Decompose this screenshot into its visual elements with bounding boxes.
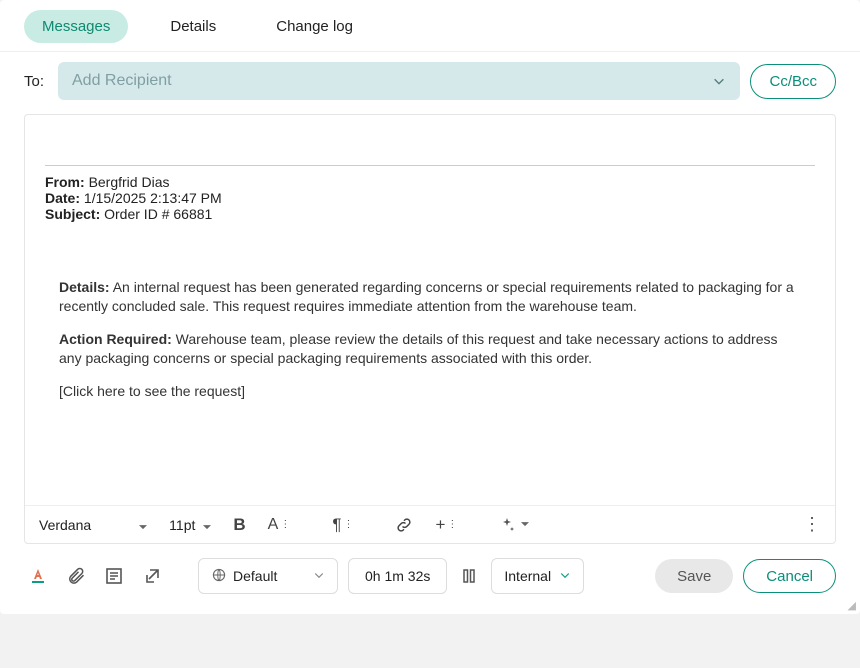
language-select[interactable]: Default	[198, 558, 338, 594]
date-line: Date: 1/15/2025 2:13:47 PM	[45, 190, 815, 206]
caret-down-icon	[521, 522, 529, 527]
ccbcc-button[interactable]: Cc/Bcc	[750, 64, 836, 99]
tab-details[interactable]: Details	[152, 10, 234, 43]
insert-button[interactable]: +⋮	[435, 515, 457, 535]
template-button[interactable]	[100, 562, 128, 590]
tabs: Messages Details Change log	[0, 0, 860, 51]
font-family-select[interactable]: Verdana	[39, 517, 147, 533]
more-button[interactable]: ⋮	[803, 514, 821, 535]
globe-icon	[211, 567, 227, 586]
recipient-row: To: Add Recipient Cc/Bcc	[0, 51, 860, 114]
font-family-value: Verdana	[39, 517, 91, 533]
visibility-value: Internal	[504, 568, 551, 584]
request-link[interactable]: [Click here to see the request]	[59, 382, 801, 401]
cancel-button[interactable]: Cancel	[743, 559, 836, 593]
paragraph-button[interactable]: ¶⋮	[332, 515, 353, 535]
details-text: An internal request has been generated r…	[59, 279, 794, 314]
to-label: To:	[24, 73, 48, 90]
language-value: Default	[233, 568, 277, 584]
recipient-input[interactable]: Add Recipient	[58, 62, 740, 100]
date-value: 1/15/2025 2:13:47 PM	[84, 190, 222, 206]
editor[interactable]: From: Bergfrid Dias Date: 1/15/2025 2:13…	[24, 114, 836, 544]
subject-line: Subject: Order ID # 66881	[45, 206, 815, 222]
caret-down-icon	[203, 517, 211, 533]
chevron-down-icon	[712, 74, 726, 88]
tab-messages[interactable]: Messages	[24, 10, 128, 43]
chevron-down-icon	[313, 568, 325, 584]
details-label: Details:	[59, 279, 110, 295]
timer-display: 0h 1m 32s	[348, 558, 447, 594]
text-color-button[interactable]	[24, 562, 52, 590]
footer: Default 0h 1m 32s Internal Save Cancel	[0, 544, 860, 614]
message-panel: Messages Details Change log To: Add Reci…	[0, 0, 860, 614]
tab-changelog[interactable]: Change log	[258, 10, 371, 43]
link-button[interactable]	[395, 516, 413, 534]
pause-button[interactable]	[457, 564, 481, 588]
recipient-placeholder: Add Recipient	[72, 72, 172, 90]
ai-button[interactable]	[499, 517, 529, 533]
subject-label: Subject:	[45, 206, 100, 222]
email-body[interactable]: From: Bergfrid Dias Date: 1/15/2025 2:13…	[25, 115, 835, 434]
message-content: Details: An internal request has been ge…	[45, 278, 815, 400]
font-size-select[interactable]: 11pt	[169, 517, 211, 533]
divider	[45, 165, 815, 166]
text-style-button[interactable]: A⋮	[268, 516, 291, 534]
from-value: Bergfrid Dias	[89, 174, 170, 190]
font-size-value: 11pt	[169, 517, 195, 533]
caret-down-icon	[139, 517, 147, 533]
save-button[interactable]: Save	[655, 559, 733, 593]
bold-button[interactable]: B	[233, 515, 245, 535]
editor-toolbar: Verdana 11pt B A⋮ ¶⋮ +⋮	[25, 505, 835, 543]
resize-handle[interactable]: ◢	[848, 599, 856, 612]
from-line: From: Bergfrid Dias	[45, 174, 815, 190]
date-label: Date:	[45, 190, 80, 206]
subject-value: Order ID # 66881	[104, 206, 212, 222]
from-label: From:	[45, 174, 85, 190]
open-external-button[interactable]	[138, 562, 166, 590]
chevron-down-icon	[559, 568, 571, 584]
visibility-select[interactable]: Internal	[491, 558, 584, 594]
action-label: Action Required:	[59, 331, 172, 347]
attachment-button[interactable]	[62, 562, 90, 590]
